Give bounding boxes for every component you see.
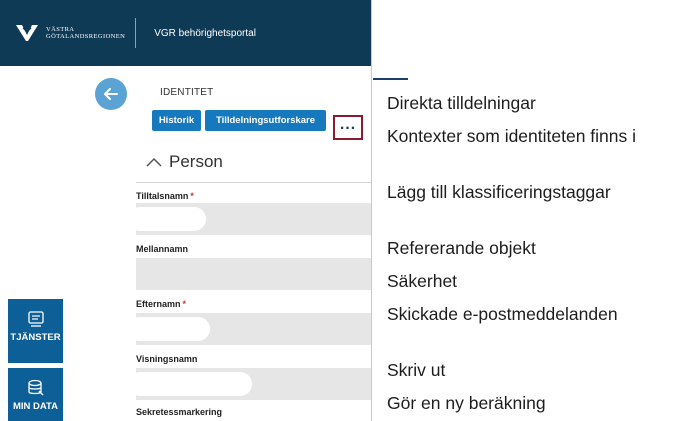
section-label: IDENTITET [160, 87, 214, 98]
logo-text-line2: Götalandsregionen [46, 33, 126, 40]
database-icon [27, 379, 43, 396]
redaction-blob [128, 317, 210, 341]
app-panel: Västra Götalandsregionen VGR behörighets… [0, 0, 372, 421]
field-label-visningsnamn: Visningsnamn [136, 354, 199, 364]
vgr-logo-icon [16, 25, 38, 41]
field-label-text: Visningsnamn [136, 354, 198, 364]
menu-item-kontexter[interactable]: Kontexter som identiteten finns i [387, 125, 667, 147]
field-label-text: Sekretessmarkering [136, 407, 223, 417]
menu-item-skriv-ut[interactable]: Skriv ut [387, 359, 667, 381]
field-label-text: Mellannamn [136, 244, 189, 254]
field-label-sekretessmarkering: Sekretessmarkering [136, 407, 224, 417]
visningsnamn-field[interactable] [128, 368, 371, 400]
mellannamn-field[interactable] [136, 258, 371, 290]
nav-item-tjanster[interactable]: TJÄNSTER [8, 299, 63, 363]
field-label-tilltalsnamn: Tilltalsnamn * [136, 191, 194, 201]
menu-item-sakerhet[interactable]: Säkerhet [387, 270, 667, 292]
top-bar: Västra Götalandsregionen VGR behörighets… [0, 0, 371, 66]
nav-item-label: TJÄNSTER [10, 332, 61, 343]
chevron-up-icon [146, 157, 162, 167]
field-label-mellannamn: Mellannamn [136, 244, 190, 254]
person-section-toggle[interactable]: Person [145, 152, 223, 172]
arrow-left-icon [104, 88, 118, 100]
menu-item-klassificeringstaggar[interactable]: Lägg till klassificeringstaggar [387, 181, 667, 203]
left-nav: TJÄNSTER MIN DATA [8, 66, 63, 421]
menu-item-refererande-objekt[interactable]: Refererande objekt [387, 237, 667, 259]
back-button[interactable] [95, 78, 127, 110]
section-title: Person [169, 152, 223, 171]
portal-title: VGR behörighetsportal [154, 27, 256, 39]
required-marker: * [190, 191, 194, 201]
efternamn-field[interactable] [128, 313, 371, 345]
redaction-blob [128, 372, 252, 396]
nav-item-label: MIN DATA [12, 401, 59, 412]
more-dots-icon: ... [339, 115, 357, 133]
logo-text: Västra Götalandsregionen [46, 26, 125, 40]
field-label-efternamn: Efternamn * [136, 299, 186, 309]
menu-item-skickade-epost[interactable]: Skickade e-postmeddelanden [387, 303, 667, 325]
header-divider [135, 18, 137, 48]
tilltalsnamn-field[interactable] [128, 203, 371, 235]
field-label-text: Efternamn [136, 299, 181, 309]
context-menu: Direkta tilldelningar Kontexter som iden… [373, 80, 677, 421]
menu-item-ny-berakning[interactable]: Gör en ny beräkning [387, 392, 667, 414]
section-divider [136, 182, 371, 183]
tilldelningsutforskare-button[interactable]: Tilldelningsutforskare [205, 110, 326, 131]
services-icon [27, 311, 44, 327]
required-marker: * [182, 299, 187, 309]
redaction-blob [128, 207, 206, 231]
more-options-button[interactable]: ... [333, 115, 363, 140]
nav-item-min-data[interactable]: MIN DATA [8, 368, 63, 421]
logo-text-line1: Västra [46, 26, 75, 33]
vgr-logo[interactable]: Västra Götalandsregionen [14, 22, 125, 44]
menu-item-direkta-tilldelningar[interactable]: Direkta tilldelningar [387, 92, 667, 114]
historik-button[interactable]: Historik [152, 110, 201, 131]
field-label-text: Tilltalsnamn [136, 191, 189, 201]
